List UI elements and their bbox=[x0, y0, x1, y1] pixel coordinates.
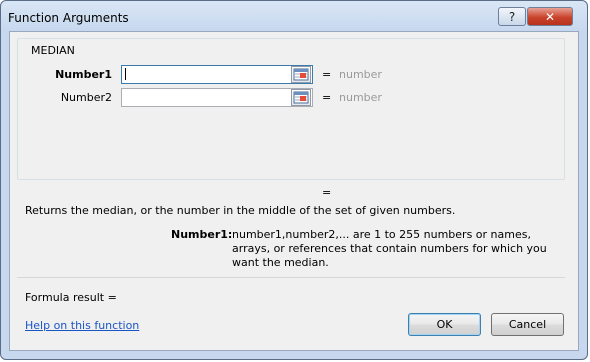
number1-input[interactable] bbox=[121, 65, 313, 84]
argument-help-label: Number1: bbox=[171, 228, 233, 241]
window-title: Function Arguments bbox=[8, 11, 129, 25]
collapse-dialog-icon bbox=[293, 68, 309, 81]
function-result-equals: = bbox=[322, 186, 332, 199]
number2-input[interactable] bbox=[121, 88, 313, 107]
cancel-button[interactable]: Cancel bbox=[491, 313, 564, 336]
help-button[interactable]: ? bbox=[498, 7, 526, 26]
close-icon: ✕ bbox=[544, 9, 556, 24]
formula-result: Formula result = bbox=[25, 291, 117, 304]
argument-result-number2: number bbox=[339, 91, 382, 104]
help-on-function-link[interactable]: Help on this function bbox=[25, 319, 139, 332]
close-button[interactable]: ✕ bbox=[527, 7, 573, 26]
question-mark-icon: ? bbox=[508, 9, 516, 24]
argument-help-text: number1,number2,... are 1 to 255 numbers… bbox=[232, 228, 547, 269]
collapse-dialog-icon bbox=[293, 91, 309, 104]
divider bbox=[17, 277, 565, 278]
text-caret bbox=[125, 68, 126, 80]
arguments-group bbox=[17, 38, 565, 180]
function-description: Returns the median, or the number in the… bbox=[25, 204, 456, 217]
argument-result-number1: number bbox=[339, 68, 382, 81]
collapse-dialog-button-number1[interactable] bbox=[291, 66, 311, 83]
title-bar[interactable]: Function Arguments ? ✕ bbox=[1, 1, 589, 35]
equals-sign: = bbox=[322, 68, 332, 81]
ok-button[interactable]: OK bbox=[408, 313, 481, 336]
argument-label-number1: Number1 bbox=[55, 68, 112, 81]
collapse-dialog-button-number2[interactable] bbox=[291, 89, 311, 106]
argument-label-number2: Number2 bbox=[60, 91, 112, 104]
function-name-label: MEDIAN bbox=[31, 44, 75, 57]
equals-sign: = bbox=[322, 91, 332, 104]
